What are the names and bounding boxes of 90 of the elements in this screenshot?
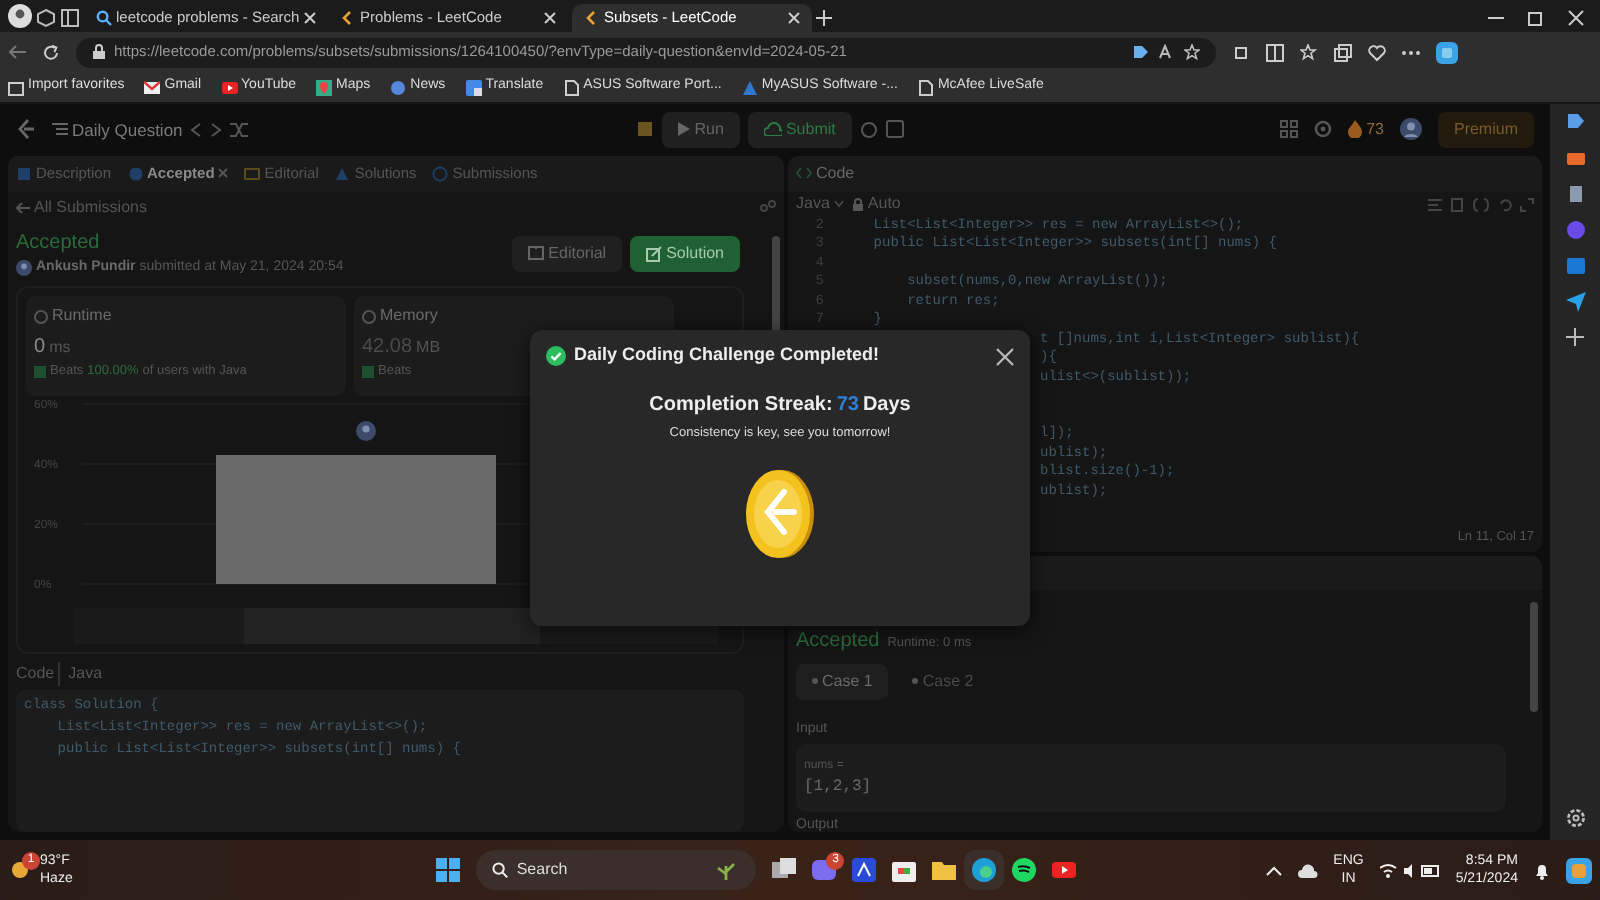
more-icon[interactable] [1402, 49, 1420, 55]
status-text: Accepted [16, 229, 102, 258]
site-logo-icon [584, 10, 600, 26]
restore-icon[interactable] [1528, 10, 1544, 26]
video-icon [221, 79, 238, 95]
run-button[interactable]: Run [662, 111, 740, 148]
search-icon [96, 10, 112, 26]
new-tab-icon[interactable] [816, 10, 832, 26]
language-label: Java [58, 662, 103, 687]
premium-button[interactable]: Premium [1437, 111, 1534, 148]
lock-icon [92, 44, 106, 60]
bell-icon[interactable] [1534, 861, 1550, 879]
system-tray-icons-drawing[interactable] [1379, 861, 1440, 879]
page-icon [563, 79, 580, 95]
map-icon [316, 79, 333, 95]
read-aloud-icon[interactable] [1158, 44, 1176, 60]
submit-button[interactable]: Submit [747, 111, 852, 148]
stat-unit: MB [416, 336, 441, 361]
dialog-title: Daily Coding Challenge Completed! [574, 342, 880, 369]
cloud-upload-icon [763, 122, 782, 137]
star-icon[interactable] [1184, 44, 1200, 60]
scroll-thumb[interactable] [1530, 601, 1538, 711]
send-icon[interactable] [1565, 292, 1585, 312]
shuffle-icon[interactable] [230, 121, 249, 138]
back-icon[interactable] [8, 44, 26, 60]
avatar-icon[interactable] [1399, 118, 1422, 141]
favorites-icon[interactable] [1300, 43, 1318, 61]
streak-label: Completion Streak: [649, 392, 833, 420]
panel-title: Code [816, 161, 855, 186]
play-icon [678, 122, 691, 137]
search-icon [492, 862, 509, 878]
tag-icon[interactable] [1132, 44, 1150, 60]
dot-icon [912, 678, 919, 684]
cloud-icon[interactable] [1297, 863, 1318, 877]
case-tab[interactable]: Case 1 [796, 663, 889, 699]
copilot-icon[interactable] [1436, 41, 1458, 63]
tab-actions-icon[interactable] [60, 8, 80, 28]
site-logo-icon [340, 10, 356, 26]
param-value: [1,2,3] [804, 775, 874, 799]
settings-icon[interactable] [1565, 808, 1585, 828]
heart-icon[interactable] [1368, 43, 1386, 61]
stat-label: Runtime [52, 304, 112, 329]
news-icon [390, 79, 407, 95]
layout-icon[interactable] [1280, 120, 1299, 139]
avatar-icon [16, 260, 32, 277]
split-screen-icon[interactable] [1266, 43, 1284, 61]
folder-icon[interactable] [932, 858, 957, 882]
import-icon [8, 79, 24, 95]
triangle-icon [741, 79, 758, 95]
avatar-icon [356, 421, 376, 442]
streak-count: 73 [836, 392, 859, 420]
stat-label: Memory [380, 304, 438, 329]
translate-icon [465, 79, 482, 95]
streak-counter[interactable]: 73 [1348, 117, 1384, 142]
copilot-icon[interactable] [1566, 857, 1592, 883]
video-icon[interactable] [1052, 858, 1077, 882]
start-icon[interactable] [436, 858, 461, 882]
browser-icon[interactable] [972, 858, 997, 882]
list-icon [52, 122, 68, 137]
caret-icon [833, 200, 844, 209]
flame-icon [1348, 120, 1363, 139]
stat-unit: ms [49, 336, 71, 361]
task-view-icon[interactable] [772, 858, 797, 882]
prev-icon[interactable] [190, 121, 203, 138]
dot-icon [812, 678, 818, 684]
add-icon[interactable] [1566, 328, 1584, 346]
solution-button[interactable]: Solution [630, 235, 740, 272]
page-icon [917, 79, 934, 95]
coin-drawing [744, 467, 816, 560]
edit-icon [646, 245, 663, 262]
close-icon[interactable] [996, 347, 1014, 365]
problem-list-link[interactable]: Daily Question [52, 117, 183, 143]
collections-icon[interactable] [1334, 43, 1352, 61]
refresh-icon[interactable] [42, 43, 60, 61]
editorial-button[interactable]: Editorial [512, 235, 623, 272]
profile-icon[interactable] [8, 4, 32, 28]
code-icon [796, 166, 812, 181]
music-icon[interactable] [1012, 858, 1037, 882]
back-arrow-icon [16, 201, 30, 214]
tag-icon[interactable] [1565, 112, 1585, 132]
store-icon[interactable] [892, 858, 917, 882]
streak-unit: Days [862, 392, 911, 420]
search-field[interactable]: Search [476, 850, 757, 890]
status-text: Accepted [796, 627, 880, 655]
plant-icon [712, 860, 741, 880]
next-icon[interactable] [210, 121, 223, 138]
chevron-up-icon[interactable] [1265, 865, 1282, 875]
stat-value: 0 [34, 334, 46, 363]
code-label: Code [16, 662, 55, 687]
lock-icon [851, 197, 864, 212]
